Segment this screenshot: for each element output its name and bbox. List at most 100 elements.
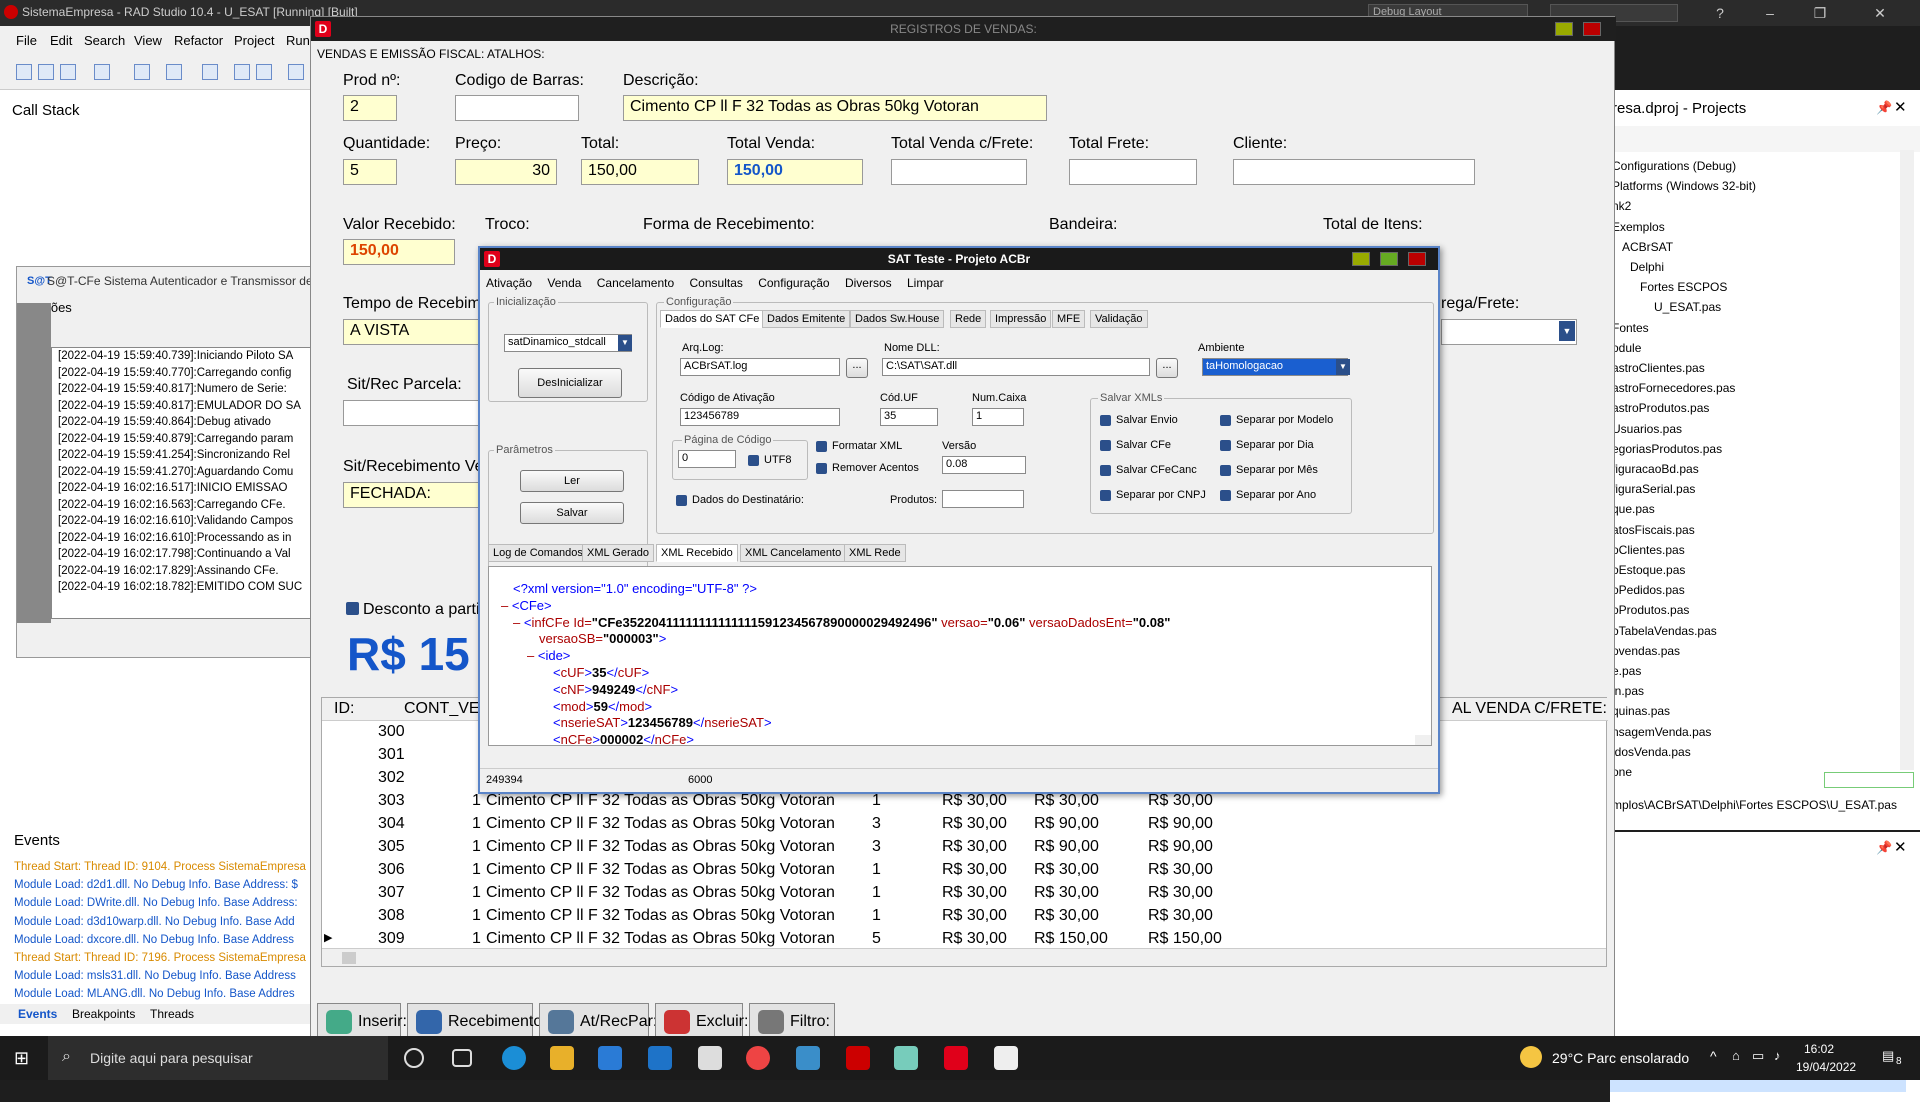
tree-item[interactable]: ACBrSAT [1612, 237, 1912, 257]
nome-dll-input[interactable]: C:\SAT\SAT.dll [882, 358, 1150, 376]
restore-icon[interactable]: ❐ [1800, 3, 1840, 23]
remove-file-icon[interactable] [288, 64, 304, 80]
table-row[interactable]: 305 1 Cimento CP ll F 32 Todas as Obras 50… [322, 836, 1608, 859]
open-project-icon[interactable] [94, 64, 110, 80]
col-total-frete[interactable]: AL VENDA C/FRETE: [1452, 700, 1607, 718]
tree-item[interactable]: oPedidos.pas [1612, 580, 1912, 600]
tree-item[interactable]: Configurations (Debug) [1612, 156, 1912, 176]
cliente-input[interactable] [1233, 159, 1475, 185]
display-tray-icon[interactable]: ▭ [1752, 1048, 1764, 1064]
menu-consultas[interactable]: Consultas [690, 276, 743, 290]
new-file-icon[interactable] [16, 64, 32, 80]
tree-item[interactable]: Usuarios.pas [1612, 419, 1912, 439]
tree-item[interactable]: Platforms (Windows 32-bit) [1612, 176, 1912, 196]
close-button[interactable] [1583, 22, 1601, 36]
open-folder-icon[interactable] [166, 64, 182, 80]
formatar-xml-checkbox[interactable]: Formatar XML [816, 440, 902, 452]
prod-input[interactable]: 2 [343, 95, 397, 121]
main-menu[interactable]: VENDAS E EMISSÃO FISCAL: ATALHOS: [317, 47, 545, 61]
versao-input[interactable]: 0.08 [942, 456, 1026, 474]
task-view-icon[interactable] [452, 1049, 472, 1067]
rad-studio-icon[interactable] [846, 1046, 870, 1070]
lib-select[interactable]: satDinamico_stdcall [504, 334, 632, 352]
dados-destinatario-checkbox[interactable]: Dados do Destinatário: [676, 494, 804, 506]
pagina-codigo-input[interactable]: 0 [678, 450, 736, 468]
chrome-icon[interactable] [746, 1046, 770, 1070]
clock-time[interactable]: 16:02 [1804, 1042, 1834, 1056]
table-row[interactable]: 308 1 Cimento CP ll F 32 Todas as Obras 50… [322, 905, 1608, 928]
tempo-input[interactable]: A VISTA [343, 319, 481, 345]
preco-input[interactable]: 30 [455, 159, 557, 185]
menu-venda[interactable]: Venda [547, 276, 581, 290]
tab-xml-gerado[interactable]: XML Gerado [582, 544, 654, 562]
separar-cnpj-checkbox[interactable]: Separar por CNPJ [1100, 489, 1206, 501]
file-explorer-icon[interactable] [550, 1046, 574, 1070]
menu-run[interactable]: Run [286, 33, 310, 48]
tab-impressao[interactable]: Impressão [990, 310, 1052, 328]
ler-button[interactable]: Ler [520, 470, 624, 492]
new-items-icon[interactable] [38, 64, 54, 80]
panel-close-icon[interactable]: ✕ [1894, 98, 1907, 116]
cortana-icon[interactable] [404, 1048, 424, 1068]
num-caixa-input[interactable]: 1 [972, 408, 1024, 426]
volume-icon[interactable]: ♪ [1774, 1048, 1781, 1063]
menu-diversos[interactable]: Diversos [845, 276, 892, 290]
notification-icon[interactable]: ▤ [1882, 1048, 1894, 1064]
total-venda-input[interactable]: 150,00 [727, 159, 863, 185]
col-id[interactable]: ID: [334, 700, 354, 718]
add-file-icon[interactable] [256, 64, 272, 80]
salvar-cfecanc-checkbox[interactable]: Salvar CFeCanc [1100, 464, 1197, 476]
tab-breakpoints[interactable]: Breakpoints [72, 1007, 135, 1021]
salvar-cfe-checkbox[interactable]: Salvar CFe [1100, 439, 1171, 451]
store-icon[interactable] [598, 1046, 622, 1070]
descricao-input[interactable]: Cimento CP ll F 32 Todas as Obras 50kg V… [623, 95, 1047, 121]
projects-filter-input[interactable] [1824, 772, 1914, 788]
menu-configuracao[interactable]: Configuração [758, 276, 829, 290]
tray-chevron-icon[interactable]: ^ [1710, 1048, 1717, 1064]
separar-mes-checkbox[interactable]: Separar por Mês [1220, 464, 1318, 476]
tree-item[interactable]: odule [1612, 338, 1912, 358]
events-log[interactable]: Thread Start: Thread ID: 9104. Process S… [14, 858, 310, 1022]
tree-item[interactable]: Fontes [1612, 318, 1912, 338]
tab-mfe[interactable]: MFE [1052, 310, 1086, 328]
grid-scroll-thumb[interactable] [342, 952, 356, 964]
tree-item[interactable]: astroFornecedores.pas [1612, 378, 1912, 398]
sat-app-icon[interactable] [698, 1046, 722, 1070]
new-form-icon[interactable] [60, 64, 76, 80]
tab-validacao[interactable]: Validação [1090, 310, 1148, 328]
tree-item[interactable]: U_ESAT.pas [1612, 297, 1912, 317]
menu-view[interactable]: View [134, 33, 162, 48]
browse-dll-button[interactable]: ... [1156, 358, 1178, 378]
separar-dia-checkbox[interactable]: Separar por Dia [1220, 439, 1314, 451]
menu-project[interactable]: Project [234, 33, 274, 48]
tree-item[interactable]: astroProdutos.pas [1612, 398, 1912, 418]
cod-uf-input[interactable]: 35 [880, 408, 938, 426]
sit-rec-input[interactable]: FECHADA: [343, 482, 481, 508]
sat-log-box[interactable]: [2022-04-19 15:59:40.739]:Iniciando Pilo… [51, 347, 321, 619]
tree-item[interactable]: Exemplos [1612, 217, 1912, 237]
minimize-button[interactable] [1555, 22, 1573, 36]
salvar-button[interactable]: Salvar [520, 502, 624, 524]
valor-recebido-input[interactable]: 150,00 [343, 239, 455, 265]
xml-vscrollbar[interactable] [1415, 734, 1431, 745]
tree-item[interactable]: ovendas.pas [1612, 641, 1912, 661]
tree-item[interactable]: oClientes.pas [1612, 540, 1912, 560]
maximize-button[interactable] [1380, 252, 1398, 266]
monitor-icon[interactable] [796, 1046, 820, 1070]
tree-item[interactable]: Delphi [1612, 257, 1912, 277]
close-icon[interactable]: ✕ [1860, 3, 1900, 23]
tab-xml-cancelamento[interactable]: XML Cancelamento [740, 544, 847, 562]
salvar-envio-checkbox[interactable]: Salvar Envio [1100, 414, 1178, 426]
total-venda-frete-input[interactable] [891, 159, 1027, 185]
pin-icon[interactable]: 📌 [1876, 840, 1892, 856]
arq-log-input[interactable]: ACBrSAT.log [680, 358, 840, 376]
help-icon[interactable]: ? [1700, 3, 1740, 23]
desconto-checkbox[interactable] [346, 602, 359, 615]
tree-item[interactable]: atosFiscais.pas [1612, 520, 1912, 540]
pin-icon[interactable]: 📌 [1876, 100, 1892, 116]
produtos-input[interactable] [942, 490, 1024, 508]
tree-item[interactable]: oTabelaVendas.pas [1612, 621, 1912, 641]
menu-search[interactable]: Search [84, 33, 125, 48]
close-button[interactable] [1408, 252, 1426, 266]
mail-icon[interactable] [648, 1046, 672, 1070]
